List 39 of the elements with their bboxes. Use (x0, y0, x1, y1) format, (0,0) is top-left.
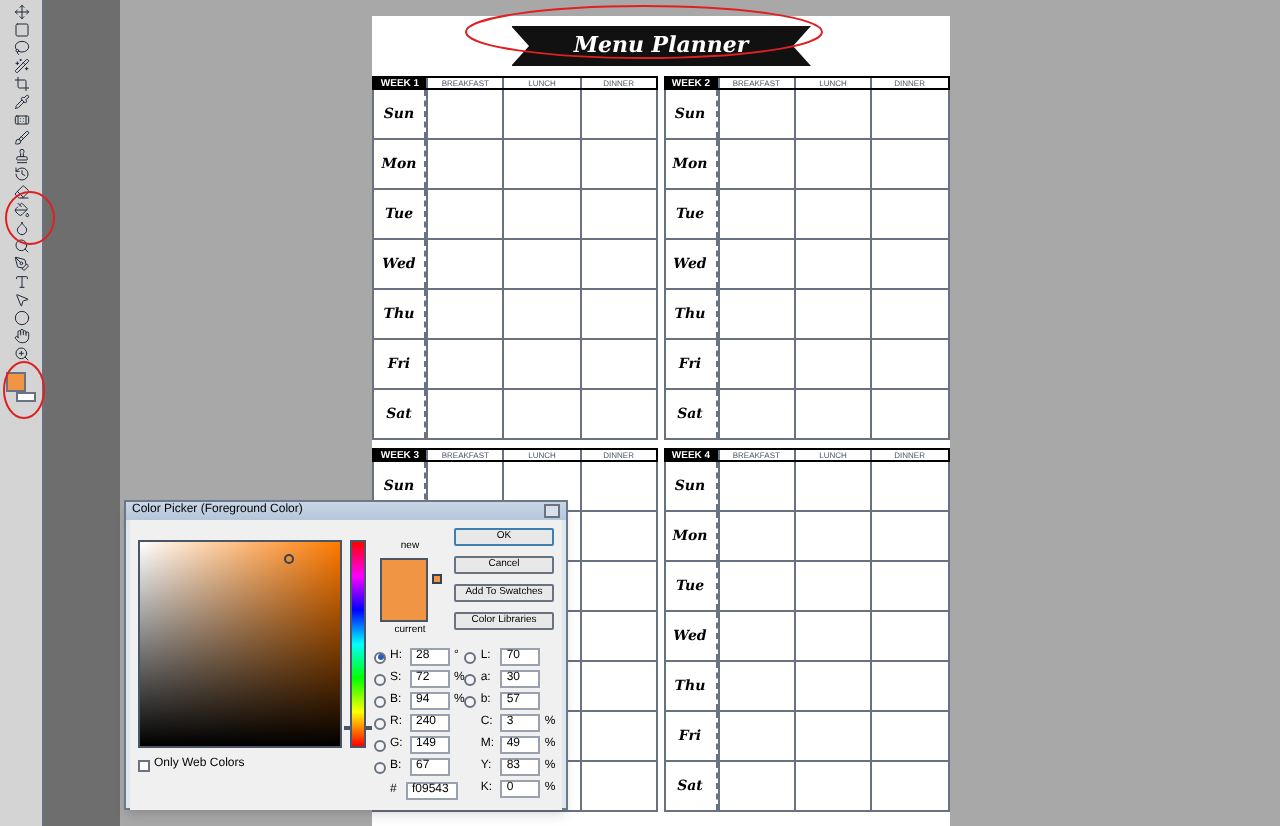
radio-button[interactable] (464, 651, 477, 663)
background-color-swatch[interactable] (15, 392, 35, 402)
tool-icon[interactable] (13, 220, 29, 236)
tool-icon[interactable] (13, 58, 29, 74)
tool-icon[interactable] (13, 238, 29, 254)
tool-icon[interactable] (13, 256, 29, 272)
radio-button[interactable] (374, 761, 386, 773)
tool-icon[interactable] (13, 148, 29, 164)
tool-icon[interactable] (13, 346, 29, 362)
tool-icon[interactable] (13, 112, 29, 128)
tool-icon[interactable] (13, 202, 29, 218)
radio-button[interactable] (374, 673, 386, 685)
close-button[interactable] (544, 504, 560, 518)
tool-icon[interactable] (13, 166, 29, 182)
radio-button[interactable] (374, 651, 386, 663)
current-color-swatch (381, 589, 425, 619)
annotation-circle (5, 191, 55, 245)
tool-icon[interactable] (13, 22, 29, 38)
color-marker-icon (284, 554, 294, 564)
cube-icon (431, 573, 441, 583)
tool-icon[interactable] (13, 4, 29, 20)
tool-icon[interactable] (13, 184, 29, 200)
radio-button[interactable] (464, 695, 477, 707)
tool-icon[interactable] (13, 94, 29, 110)
radio-button[interactable] (374, 717, 386, 729)
tool-icon[interactable] (13, 76, 29, 92)
radio-button[interactable] (464, 673, 477, 685)
color-field[interactable] (138, 540, 342, 748)
new-color-swatch (381, 559, 425, 589)
tool-icon[interactable] (13, 274, 29, 290)
radio-button[interactable] (374, 739, 386, 751)
checkbox[interactable] (138, 759, 150, 771)
radio-button[interactable] (374, 695, 386, 707)
tool-icon[interactable] (13, 130, 29, 146)
tool-icon[interactable] (13, 40, 29, 56)
page-title: Menu Planner (573, 29, 749, 62)
tool-icon[interactable] (13, 328, 29, 344)
foreground-color-swatch[interactable] (5, 372, 25, 392)
annotation-circle (3, 361, 45, 419)
